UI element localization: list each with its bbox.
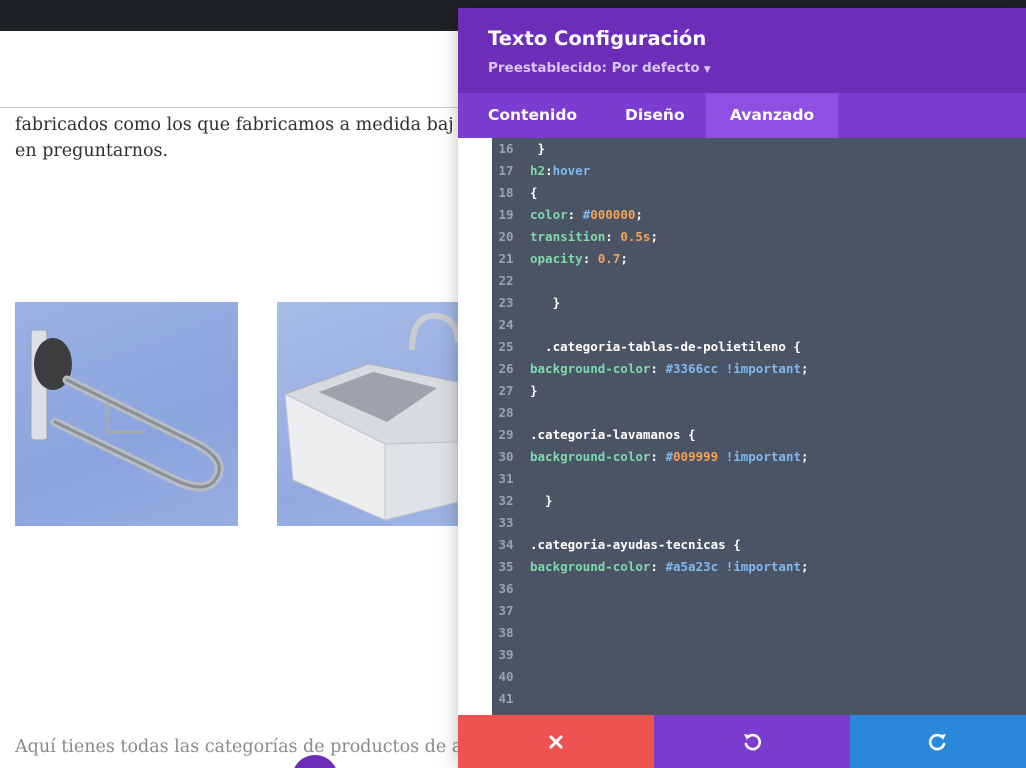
line-number: 36 [498, 581, 514, 596]
product-image-grab-bar[interactable] [15, 302, 238, 526]
css-code-editor[interactable]: 16 } 17 h2:hover 18 {19 color: #000000; 20 tran… [492, 138, 1026, 715]
line-number: 21 [498, 251, 514, 266]
code-line[interactable]: 40 [492, 666, 1026, 688]
paragraph-line-1: fabricados como los que fabricamos a med… [15, 115, 454, 135]
line-number: 34 [498, 537, 514, 552]
line-number: 24 [498, 317, 514, 332]
line-number: 26 [498, 361, 514, 376]
line-number: 22 [498, 273, 514, 288]
preset-dropdown[interactable]: Preestablecido: Por defecto ▼ [488, 60, 711, 76]
line-number: 35 [498, 559, 514, 574]
line-number: 38 [498, 625, 514, 640]
code-text: } [530, 383, 538, 398]
code-text: .categoria-lavamanos { [530, 427, 696, 442]
undo-icon [744, 733, 761, 750]
redo-button[interactable] [850, 715, 1026, 768]
code-line[interactable]: 17 h2:hover [492, 160, 1026, 182]
paragraph-line-2: en preguntarnos. [15, 141, 169, 161]
header-divider [0, 107, 470, 108]
code-line[interactable]: 20 transition: 0.5s; [492, 226, 1026, 248]
preset-label: Preestablecido: Por defecto [488, 60, 700, 76]
code-line[interactable]: 18 { [492, 182, 1026, 204]
modal-body: 16 } 17 h2:hover 18 {19 color: #000000; 20 tran… [458, 138, 1026, 715]
page-paragraph: fabricados como los que fabricamos a med… [15, 112, 475, 164]
line-number: 17 [498, 163, 514, 178]
line-number: 32 [498, 493, 514, 508]
code-text: transition: 0.5s; [530, 229, 658, 244]
code-text: h2:hover [530, 163, 591, 178]
code-line[interactable]: 36 [492, 578, 1026, 600]
line-number: 18 [498, 185, 514, 200]
code-line[interactable]: 19 color: #000000; [492, 204, 1026, 226]
line-number: 29 [498, 427, 514, 442]
code-line[interactable]: 28 [492, 402, 1026, 424]
cancel-button[interactable] [458, 715, 654, 768]
code-line[interactable]: 29 .categoria-lavamanos { [492, 424, 1026, 446]
code-line[interactable]: 31 [492, 468, 1026, 490]
code-line[interactable]: 37 [492, 600, 1026, 622]
tab-avanzado[interactable]: Avanzado [706, 93, 838, 138]
code-text: background-color: #009999 !important; [530, 449, 809, 464]
modal-header: Texto Configuración Preestablecido: Por … [458, 8, 1026, 93]
code-line[interactable]: 16 } [492, 138, 1026, 160]
line-number: 40 [498, 669, 514, 684]
code-text: .categoria-ayudas-tecnicas { [530, 537, 741, 552]
undo-button[interactable] [654, 715, 850, 768]
line-number: 30 [498, 449, 514, 464]
tab-diseno[interactable]: Diseño [625, 93, 685, 138]
line-number: 25 [498, 339, 514, 354]
code-line[interactable]: 26 background-color: #3366cc !important; [492, 358, 1026, 380]
code-line[interactable]: 39 [492, 644, 1026, 666]
settings-modal: Texto Configuración Preestablecido: Por … [458, 8, 1026, 768]
code-text: .categoria-tablas-de-polietileno { [530, 339, 801, 354]
code-line[interactable]: 21 opacity: 0.7; [492, 248, 1026, 270]
line-number: 39 [498, 647, 514, 662]
code-line[interactable]: 33 [492, 512, 1026, 534]
grab-bar-illustration [30, 329, 224, 492]
line-number: 28 [498, 405, 514, 420]
line-number: 19 [498, 207, 514, 222]
line-number: 37 [498, 603, 514, 618]
code-text: background-color: #3366cc !important; [530, 361, 809, 376]
code-line[interactable]: 27} [492, 380, 1026, 402]
code-text: opacity: 0.7; [530, 251, 628, 266]
modal-tabs: Contenido Diseño Avanzado [458, 93, 1026, 138]
categories-intro-text: Aquí tienes todas las categorías de prod… [15, 737, 463, 757]
line-number: 20 [498, 229, 514, 244]
modal-title: Texto Configuración [488, 27, 707, 50]
code-text: } [530, 493, 553, 508]
code-line[interactable]: 35 background-color: #a5a23c !important; [492, 556, 1026, 578]
code-line[interactable]: 30 background-color: #009999 !important; [492, 446, 1026, 468]
code-line[interactable]: 38 [492, 622, 1026, 644]
code-line[interactable]: 22 [492, 270, 1026, 292]
code-line[interactable]: 32 } [492, 490, 1026, 512]
code-line[interactable]: 25 .categoria-tablas-de-polietileno { [492, 336, 1026, 358]
sink-illustration [283, 312, 458, 521]
line-number: 31 [498, 471, 514, 486]
product-image-sink[interactable] [277, 302, 458, 526]
code-text: background-color: #a5a23c !important; [530, 559, 809, 574]
tab-contenido[interactable]: Contenido [488, 93, 577, 138]
code-line[interactable]: 34 .categoria-ayudas-tecnicas { [492, 534, 1026, 556]
close-icon [549, 735, 563, 748]
line-number: 16 [498, 141, 514, 156]
code-text: } [530, 295, 561, 310]
code-line[interactable]: 41 [492, 688, 1026, 710]
line-number: 33 [498, 515, 514, 530]
code-text: } [530, 141, 546, 156]
code-line[interactable]: 23 } [492, 292, 1026, 314]
line-number: 23 [498, 295, 514, 310]
modal-footer [458, 715, 1026, 768]
caret-down-icon: ▼ [703, 65, 711, 75]
code-text: { [530, 185, 538, 200]
code-text: color: #000000; [530, 207, 643, 222]
line-number: 41 [498, 691, 514, 706]
redo-icon [929, 733, 946, 750]
line-number: 27 [498, 383, 514, 398]
code-line[interactable]: 24 [492, 314, 1026, 336]
